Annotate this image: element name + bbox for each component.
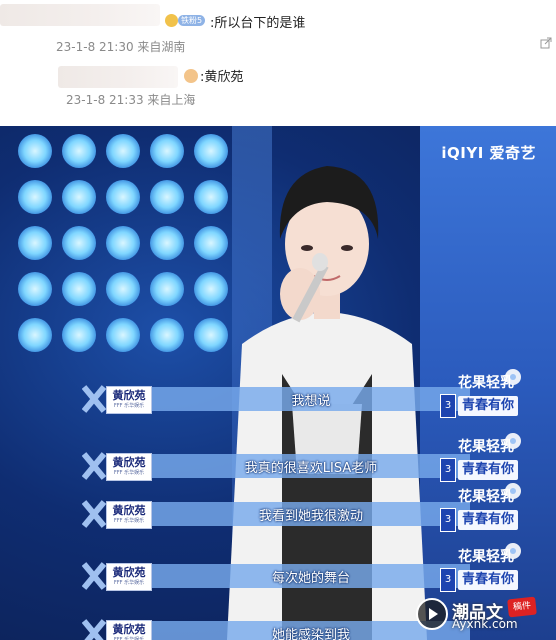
- comment-text: :所以台下的是谁: [210, 16, 306, 31]
- speaker-tag: 黄欣苑 FFF 乐华娱乐: [106, 620, 152, 640]
- speaker-name: 黄欣苑: [112, 456, 146, 469]
- comment-text: :黄欣苑: [200, 70, 244, 85]
- avatar-icon: [184, 69, 198, 83]
- sponsor-badge: 青春有你: [458, 396, 518, 416]
- video-frame[interactable]: iQIYI 爱奇艺 黄欣苑 FFF 乐华娱乐 我想说 黄欣苑 FFF 乐华娱乐 我真…: [0, 126, 556, 640]
- subtitle-bar: 我想说: [152, 387, 470, 411]
- speaker-name: 黄欣苑: [112, 389, 146, 402]
- speaker-agency: FFF 乐华娱乐: [113, 470, 145, 476]
- comment-meta: 23-1-8 21:30 来自湖南: [56, 40, 186, 54]
- sponsor-logo: 花果轻乳 3 青春有你: [440, 369, 522, 418]
- sponsor-logo: 花果轻乳 3 青春有你: [440, 433, 522, 482]
- speaker-name: 黄欣苑: [112, 623, 146, 636]
- emoji-icon: [165, 14, 178, 27]
- sponsor-line2: 青春有你: [461, 572, 514, 587]
- x-logo-icon: [82, 385, 106, 413]
- comment-1: 铁粉5 :所以台下的是谁 23-1-8 21:30 来自湖南: [0, 0, 556, 62]
- flower-icon: [505, 543, 521, 559]
- watermark-stamp: 稿件: [507, 596, 537, 618]
- share-icon[interactable]: [540, 37, 552, 49]
- speaker-agency: FFF 乐华娱乐: [113, 580, 145, 586]
- iqiyi-logo: iQIYI 爱奇艺: [441, 144, 536, 162]
- sponsor-logo: 花果轻乳 3 青春有你: [440, 543, 522, 592]
- subtitle-text: 每次她的舞台: [271, 571, 350, 586]
- stage-lights: [18, 134, 228, 394]
- subtitle-text: 我看到她我很激动: [258, 509, 363, 524]
- subtitle-bar: 我真的很喜欢LISA老师: [152, 454, 470, 478]
- sponsor-badge: 青春有你: [458, 460, 518, 480]
- sponsor-number: 3: [440, 568, 456, 592]
- sponsor-line2: 青春有你: [461, 462, 514, 477]
- speaker-tag: 黄欣苑 FFF 乐华娱乐: [106, 386, 152, 414]
- speaker-tag: 黄欣苑 FFF 乐华娱乐: [106, 501, 152, 529]
- x-logo-icon: [82, 562, 106, 590]
- sponsor-badge: 青春有你: [458, 570, 518, 590]
- x-logo-icon: [82, 452, 106, 480]
- comment-2: :黄欣苑 23-1-8 21:33 来自上海: [0, 62, 556, 126]
- sponsor-number: 3: [440, 394, 456, 418]
- flower-icon: [505, 369, 521, 385]
- subtitle-bar: 每次她的舞台: [152, 564, 470, 588]
- sponsor-logo: 花果轻乳 3 青春有你: [440, 483, 522, 532]
- speaker-name: 黄欣苑: [112, 566, 146, 579]
- fan-badge[interactable]: 铁粉5: [178, 15, 206, 26]
- subtitle-bar: 我看到她我很激动: [152, 502, 470, 526]
- watermark-url: Ayxnk.com: [452, 617, 518, 631]
- sponsor-number: 3: [440, 458, 456, 482]
- flower-icon: [505, 433, 521, 449]
- speaker-tag: 黄欣苑 FFF 乐华娱乐: [106, 453, 152, 481]
- blurred-username[interactable]: [58, 66, 178, 88]
- x-logo-icon: [82, 500, 106, 528]
- sponsor-badge: 青春有你: [458, 510, 518, 530]
- speaker-tag: 黄欣苑 FFF 乐华娱乐: [106, 563, 152, 591]
- x-logo-icon: [82, 619, 106, 640]
- subtitle-text: 我真的很喜欢LISA老师: [244, 461, 378, 476]
- flower-icon: [505, 483, 521, 499]
- sponsor-number: 3: [440, 508, 456, 532]
- speaker-agency: FFF 乐华娱乐: [113, 518, 145, 524]
- watermark: 潮品文 稿件 Ayxnk.com: [416, 596, 556, 636]
- sponsor-line2: 青春有你: [461, 512, 514, 527]
- play-icon[interactable]: [416, 598, 448, 630]
- blurred-username[interactable]: [0, 4, 160, 26]
- comment-meta: 23-1-8 21:33 来自上海: [66, 93, 196, 107]
- speaker-name: 黄欣苑: [112, 504, 146, 517]
- speaker-agency: FFF 乐华娱乐: [113, 403, 145, 409]
- subtitle-text: 我想说: [291, 394, 331, 409]
- sponsor-line2: 青春有你: [461, 398, 514, 413]
